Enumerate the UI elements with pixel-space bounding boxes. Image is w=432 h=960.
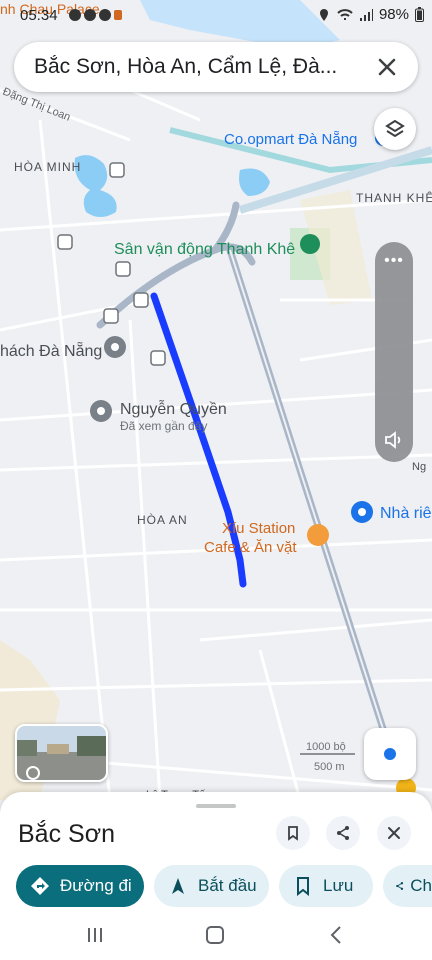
- map-label-xiu-cafe[interactable]: Cafe & Ăn vặt: [204, 539, 297, 556]
- battery-percent: 98%: [378, 6, 409, 23]
- street-view-thumbnail[interactable]: [15, 724, 108, 782]
- place-title: Bắc Sơn: [18, 820, 115, 848]
- more-icon[interactable]: •••: [375, 252, 413, 270]
- navigation-arrow-icon: [172, 878, 184, 894]
- map-label-stadium[interactable]: Sân vận động Thanh Khê: [114, 241, 295, 258]
- layers-button[interactable]: [374, 108, 416, 150]
- map-label-street-right: Ng: [412, 461, 426, 473]
- map-label-khach[interactable]: hách Đà Nẵng: [0, 341, 102, 360]
- scale-ft: 1000 bộ: [306, 741, 346, 753]
- save-label: Lưu: [323, 876, 354, 895]
- search-query[interactable]: Bắc Sơn, Hòa An, Cẩm Lệ, Đà...: [34, 55, 364, 79]
- save-icon-button[interactable]: [276, 816, 310, 850]
- share-icon-button[interactable]: [326, 816, 360, 850]
- my-location-button[interactable]: [364, 728, 416, 780]
- directions-label: Đường đi: [60, 876, 132, 895]
- map-label-nguyen-quyen[interactable]: Nguyễn Quyền: [120, 399, 227, 418]
- sheet-drag-handle[interactable]: [196, 804, 236, 808]
- directions-icon: [31, 877, 49, 895]
- map-label-hoa-an: HÒA AN: [137, 512, 188, 527]
- map-label-nha-rieng[interactable]: Nhà riê: [380, 505, 432, 522]
- notification-icons: [68, 8, 122, 25]
- share-button[interactable]: Ch: [383, 865, 432, 907]
- directions-button[interactable]: Đường đi: [16, 865, 144, 907]
- share-label: Ch: [410, 876, 432, 895]
- scale-m: 500 m: [314, 761, 345, 773]
- recent-apps-icon[interactable]: [84, 924, 106, 946]
- bookmark-icon: [297, 877, 309, 896]
- side-panel[interactable]: •••: [375, 242, 413, 462]
- wifi-icon: [337, 8, 353, 20]
- back-icon[interactable]: [326, 924, 348, 946]
- system-nav-bar: [0, 914, 432, 960]
- bookmark-icon: [288, 826, 298, 841]
- start-label: Bắt đầu: [198, 876, 257, 895]
- location-icon: [319, 8, 328, 21]
- map-label-hoa-minh: HÒA MINH: [14, 159, 81, 174]
- share-icon: [337, 826, 349, 840]
- close-icon: [388, 827, 400, 839]
- start-button[interactable]: Bắt đầu: [154, 865, 269, 907]
- map-label-coopmart[interactable]: Co.opmart Đà Nẵng: [224, 131, 357, 148]
- search-bar[interactable]: Bắc Sơn, Hòa An, Cẩm Lệ, Đà...: [14, 42, 418, 92]
- volume-icon[interactable]: [382, 428, 406, 452]
- street-view-image: [17, 726, 106, 780]
- home-icon[interactable]: [204, 924, 226, 946]
- action-chips: Đường đi Bắt đầu Lưu Ch: [16, 865, 432, 907]
- stadium-pin-icon: [300, 234, 320, 254]
- status-right: 98%: [317, 6, 424, 23]
- close-sheet-button[interactable]: [377, 816, 411, 850]
- app-notification-icon: [69, 9, 122, 21]
- close-icon[interactable]: [374, 54, 400, 80]
- signal-icon: [359, 8, 373, 21]
- status-bar: 05:34 98%: [0, 0, 432, 32]
- status-time: 05:34: [20, 7, 58, 24]
- share-icon: [396, 882, 404, 890]
- layers-icon: [385, 119, 405, 138]
- save-button[interactable]: Lưu: [279, 865, 373, 907]
- my-location-icon: [384, 748, 396, 760]
- map-label-recent: Đã xem gần đây: [120, 419, 207, 433]
- battery-icon: [415, 7, 424, 22]
- map-label-thanh-khe: THANH KHÊ: [356, 190, 432, 205]
- map-canvas[interactable]: nh Chau Palace Đặng Thị Loan HÒA MINH Co…: [0, 0, 432, 800]
- cafe-pin-icon: [307, 524, 329, 546]
- map-label-xiu-station[interactable]: Xíu Station: [222, 520, 295, 537]
